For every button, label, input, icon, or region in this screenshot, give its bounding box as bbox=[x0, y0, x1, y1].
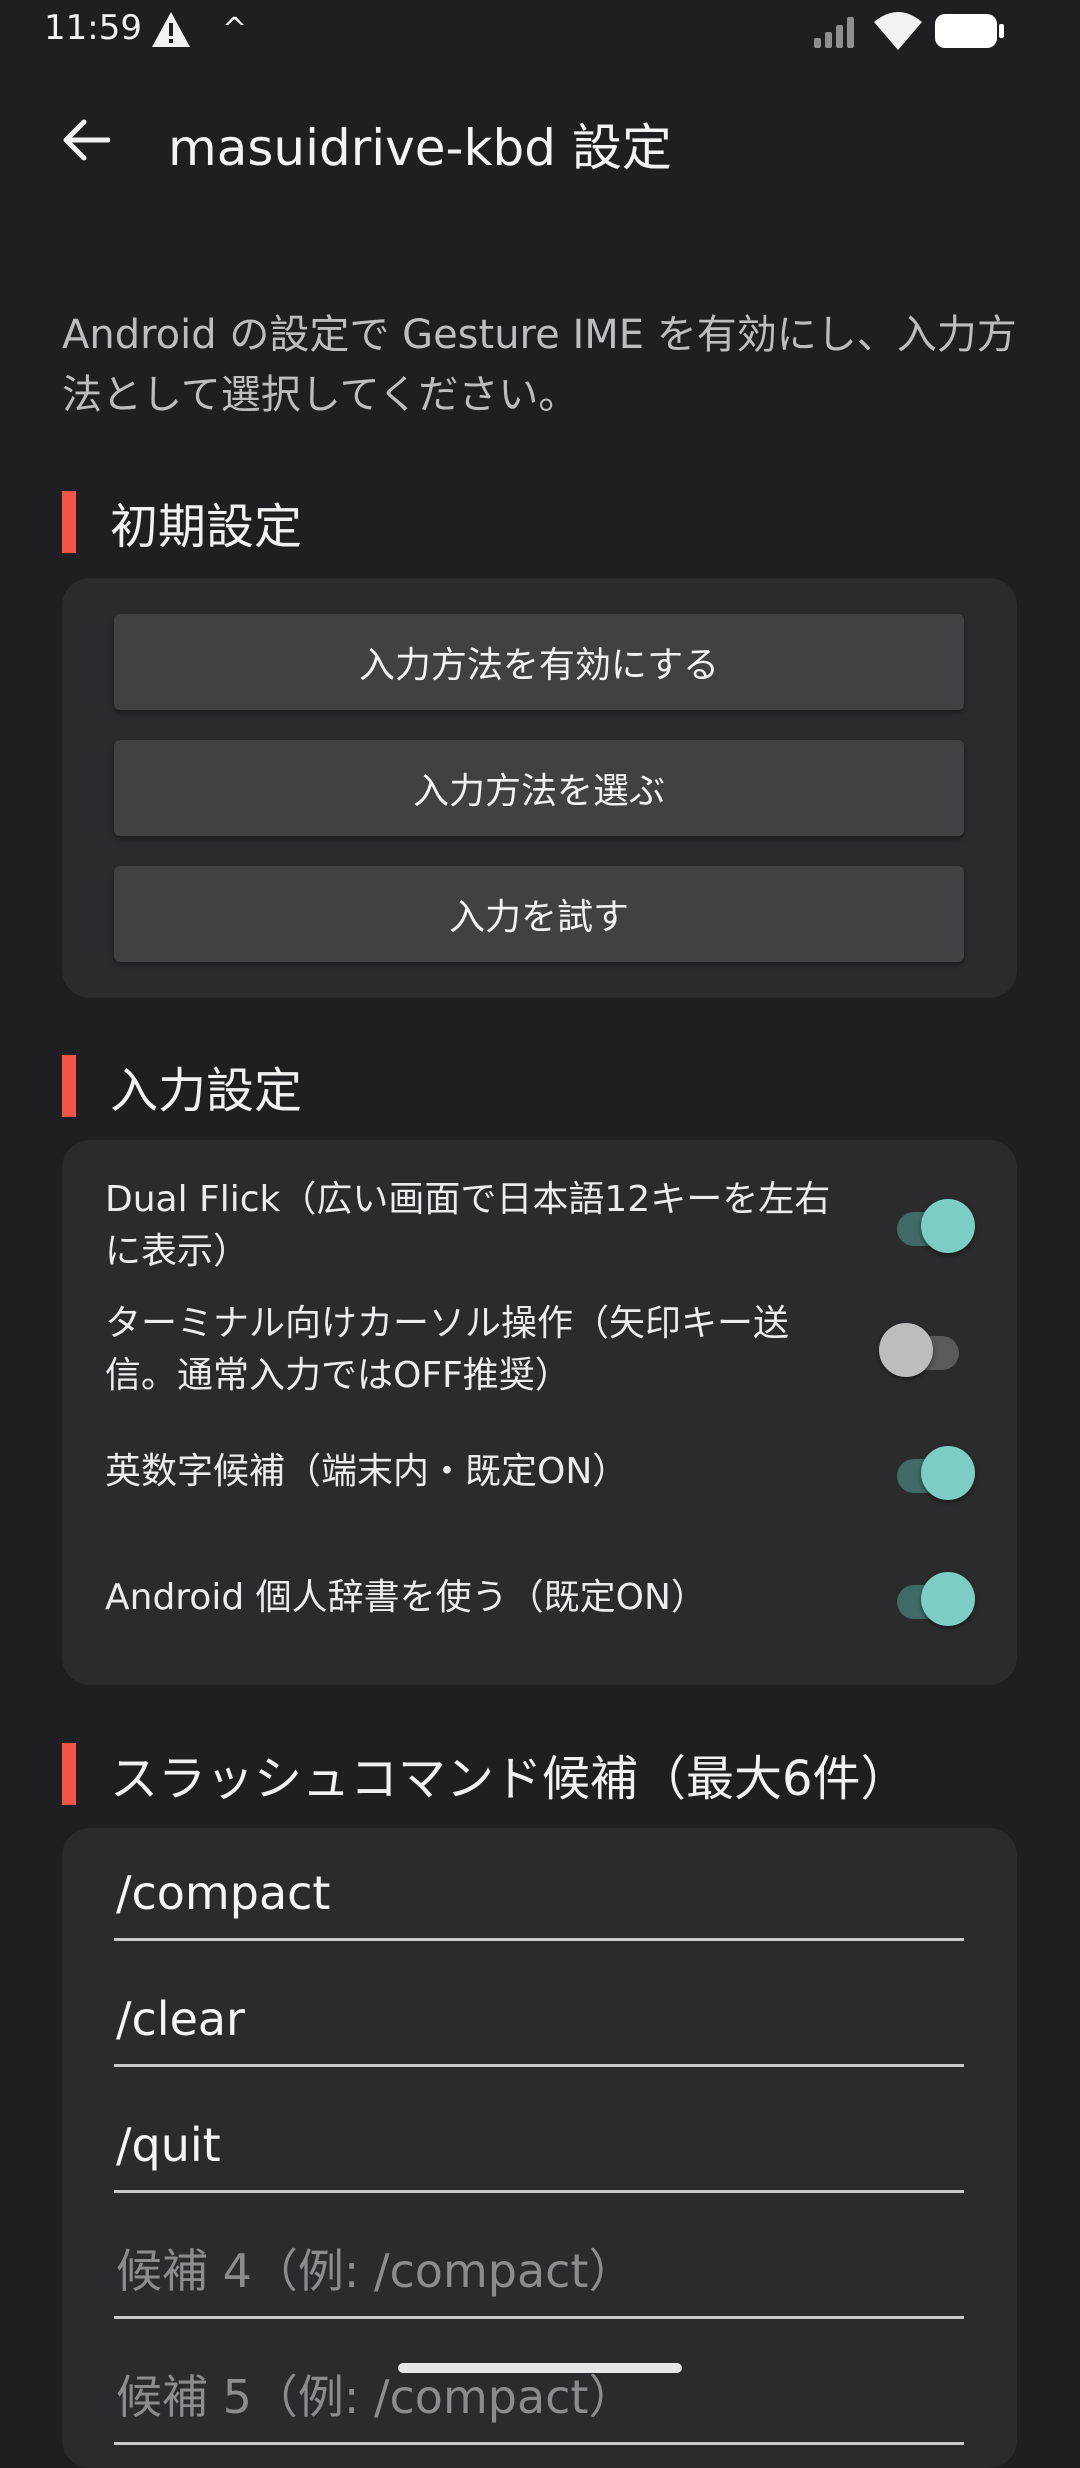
toggle-label: Dual Flick（広い画面で日本語12キーを左右に表示） bbox=[105, 1179, 831, 1272]
section-header-initial: 初期設定 bbox=[62, 490, 303, 555]
page-title: masuidrive-kbd 設定 bbox=[168, 119, 672, 177]
battery-icon bbox=[935, 14, 1004, 48]
home-indicator[interactable] bbox=[398, 2363, 682, 2373]
slash-command-input[interactable] bbox=[114, 1974, 964, 2064]
slash-command-field-4[interactable] bbox=[114, 2226, 964, 2319]
slash-command-input[interactable] bbox=[114, 1848, 964, 1938]
toggle-label: 英数字候補（端末内・既定ON） bbox=[105, 1451, 629, 1492]
section-accent-bar bbox=[62, 1743, 76, 1805]
input-settings-card: Dual Flick（広い画面で日本語12キーを左右に表示） ターミナル向けカー… bbox=[62, 1140, 1017, 1685]
arrow-left-icon bbox=[63, 119, 110, 161]
enable-input-method-button[interactable]: 入力方法を有効にする bbox=[114, 614, 964, 710]
back-button[interactable] bbox=[48, 102, 124, 178]
slash-command-field-1[interactable] bbox=[114, 1848, 964, 1941]
section-title: スラッシュコマンド候補（最大6件） bbox=[110, 1751, 909, 1807]
status-bar: 11:59 ^ bbox=[0, 0, 1080, 64]
initial-settings-card: 入力方法を有効にする 入力方法を選ぶ 入力を試す bbox=[62, 578, 1017, 998]
slash-command-input[interactable] bbox=[114, 2100, 964, 2190]
choose-input-method-button[interactable]: 入力方法を選ぶ bbox=[114, 740, 964, 836]
user-dictionary-switch[interactable] bbox=[879, 1568, 975, 1628]
slash-command-input[interactable] bbox=[114, 2226, 964, 2316]
section-accent-bar bbox=[62, 1055, 76, 1117]
toggle-row-alnum-candidates[interactable]: 英数字候補（端末内・既定ON） bbox=[105, 1426, 975, 1518]
warning-icon bbox=[152, 12, 190, 47]
section-title: 初期設定 bbox=[110, 499, 303, 555]
caret-up-icon: ^ bbox=[222, 12, 248, 47]
alnum-candidates-switch[interactable] bbox=[879, 1442, 975, 1502]
toggle-label: ターミナル向けカーソル操作（矢印キー送信。通常入力ではOFF推奨） bbox=[105, 1303, 790, 1396]
intro-text: Android の設定で Gesture IME を有効にし、入力方法として選択… bbox=[62, 312, 1017, 418]
app-bar: masuidrive-kbd 設定 bbox=[0, 64, 1080, 214]
try-input-button[interactable]: 入力を試す bbox=[114, 866, 964, 962]
toggle-row-user-dictionary[interactable]: Android 個人辞書を使う（既定ON） bbox=[105, 1552, 975, 1644]
dual-flick-switch[interactable] bbox=[879, 1195, 975, 1255]
signal-icon bbox=[814, 17, 854, 48]
slash-command-field-2[interactable] bbox=[114, 1974, 964, 2067]
slash-command-field-3[interactable] bbox=[114, 2100, 964, 2193]
section-header-slash: スラッシュコマンド候補（最大6件） bbox=[62, 1742, 909, 1807]
toggle-row-terminal-cursor[interactable]: ターミナル向けカーソル操作（矢印キー送信。通常入力ではOFF推奨） bbox=[105, 1298, 975, 1408]
section-accent-bar bbox=[62, 491, 76, 553]
wifi-icon bbox=[874, 12, 922, 50]
toggle-row-dual-flick[interactable]: Dual Flick（広い画面で日本語12キーを左右に表示） bbox=[105, 1174, 975, 1284]
status-time: 11:59 bbox=[44, 8, 142, 48]
terminal-cursor-switch[interactable] bbox=[879, 1319, 975, 1379]
section-title: 入力設定 bbox=[110, 1063, 303, 1119]
toggle-label: Android 個人辞書を使う（既定ON） bbox=[105, 1577, 707, 1618]
section-header-input: 入力設定 bbox=[62, 1054, 303, 1119]
